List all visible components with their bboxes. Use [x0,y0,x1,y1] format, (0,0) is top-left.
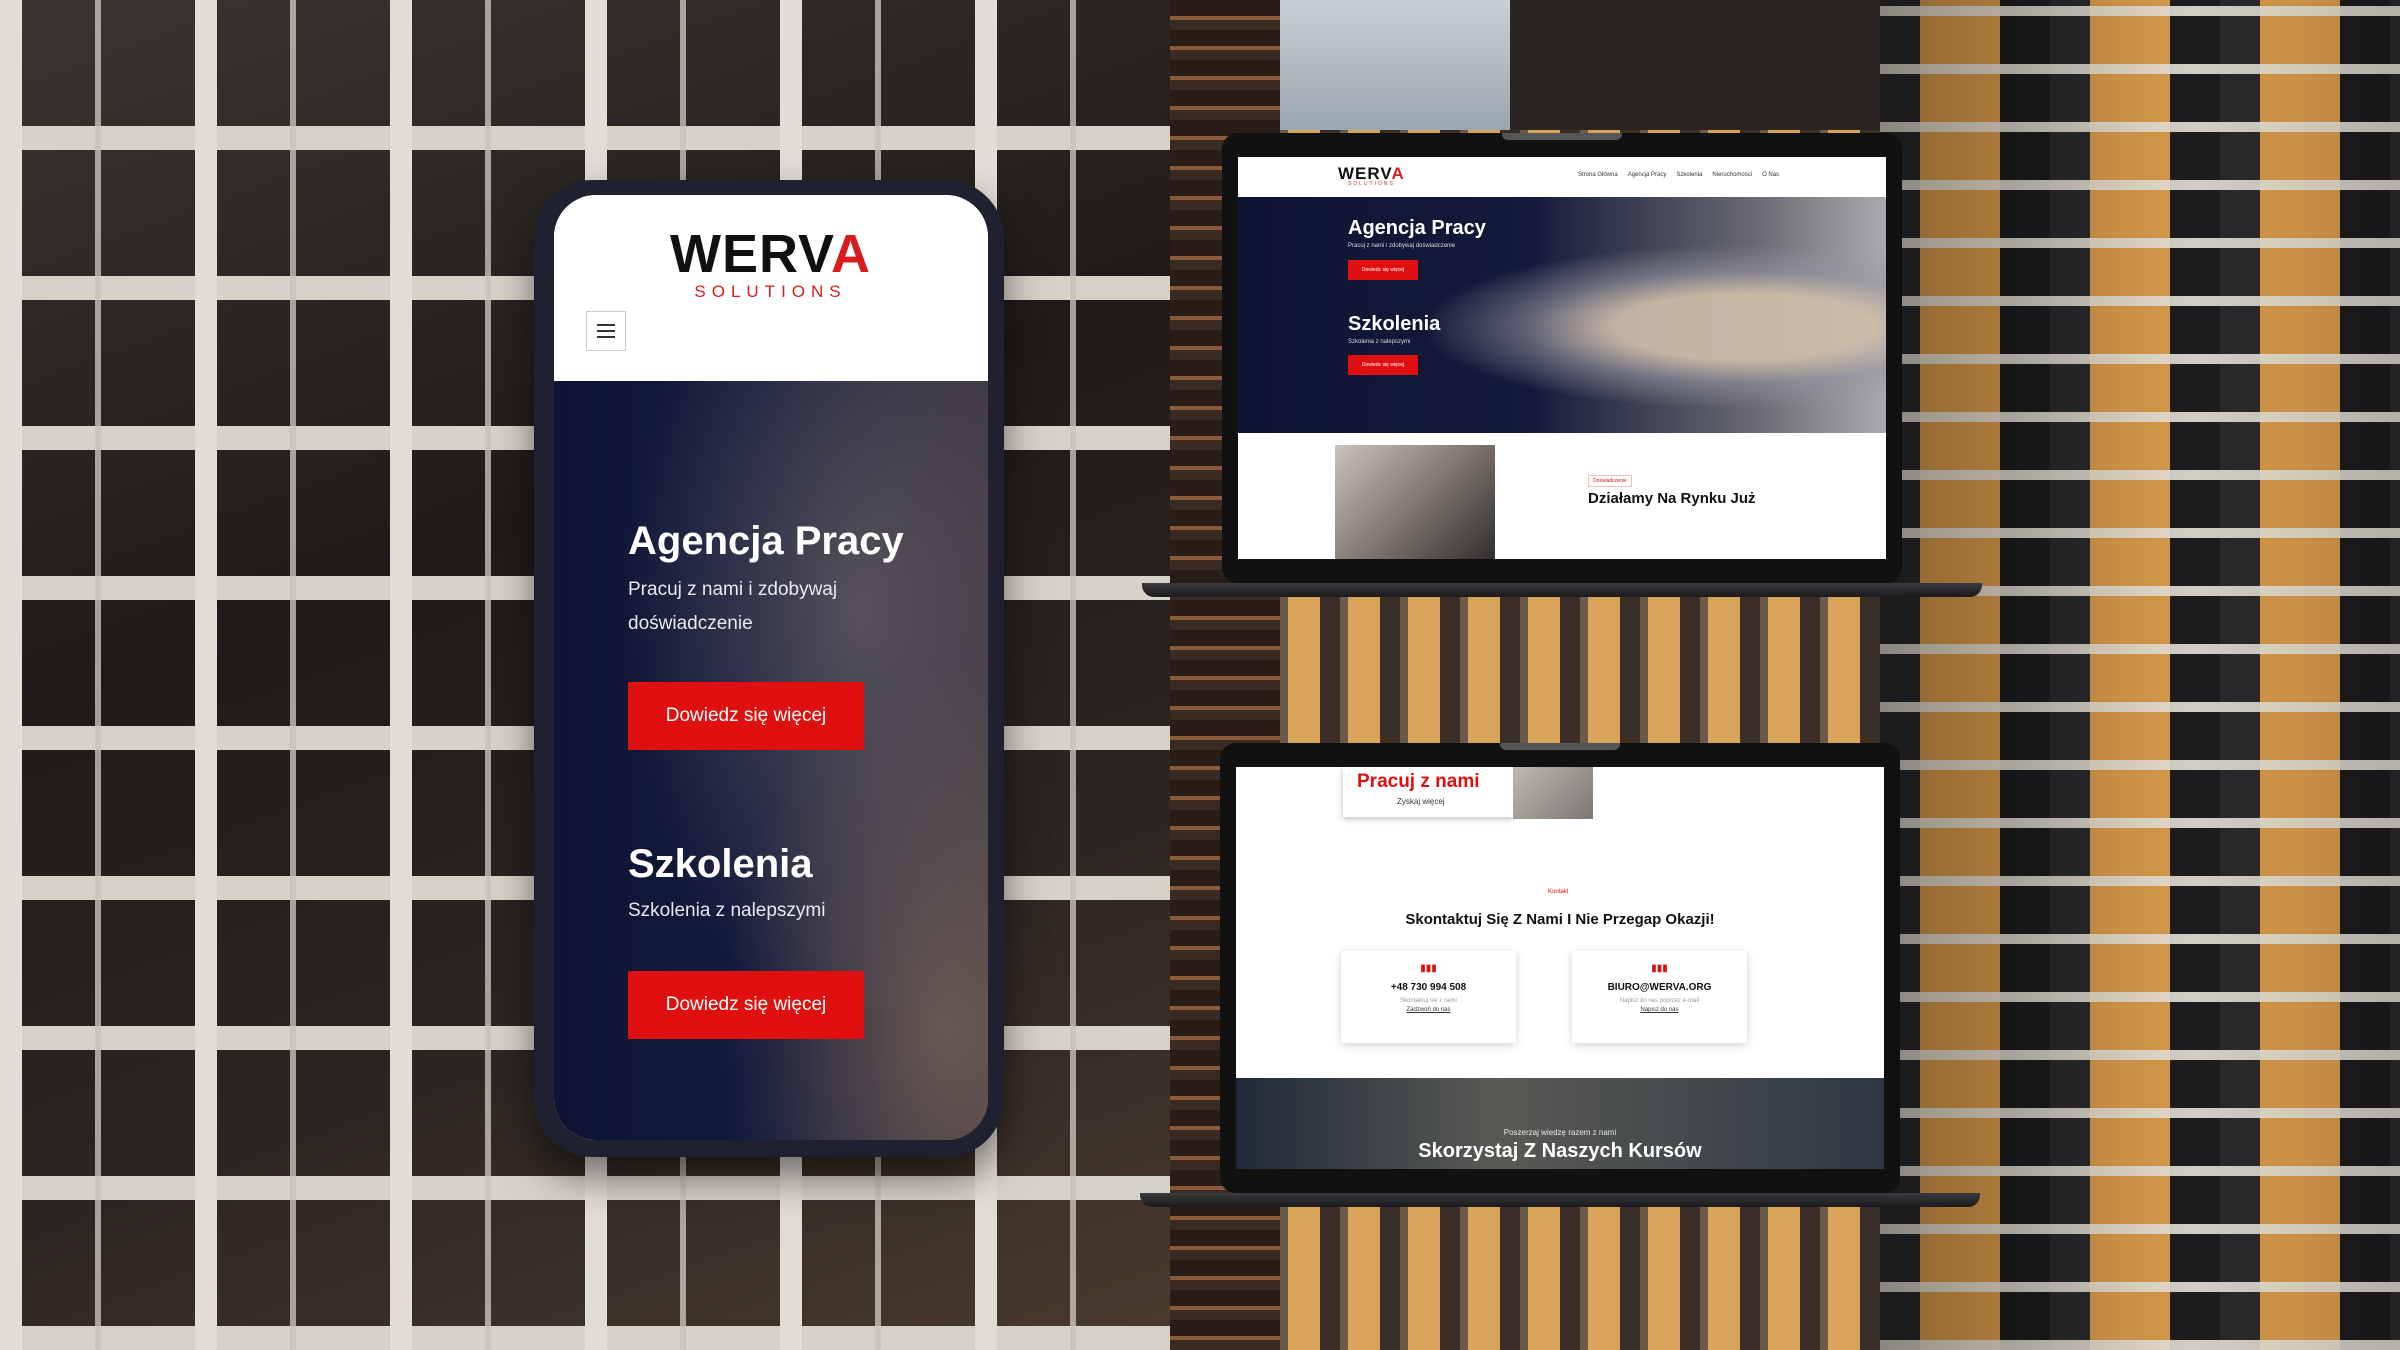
laptop-mockup-bottom: Pracuj z nami Zyskaj więcej Kontakt Skon… [1140,743,1980,1208]
building-right [1880,0,2400,1350]
hero-section: Agencja Pracy Pracuj z nami i zdobywaj d… [1238,197,1886,433]
laptop-mockup-top: WERVA SOLUTIONS Strona Główna Agencja Pr… [1142,133,1982,598]
call-us-link[interactable]: Zadzwoń do nas [1341,1007,1516,1013]
section-heading: Działamy Na Rynku Już [1588,490,1756,507]
brand-logo[interactable]: WERVA SOLUTIONS [670,227,871,300]
nav-item-nieruchomosci[interactable]: Nieruchomości [1712,172,1752,178]
hero-text-szkolenia: Szkolenia z nalepszymi [1348,339,1411,345]
nav-item-agencja-pracy[interactable]: Agencja Pracy [1628,172,1667,178]
chart-icon: ▮▮▮ [1420,963,1437,974]
laptop-screen-top: WERVA SOLUTIONS Strona Główna Agencja Pr… [1238,157,1886,559]
write-us-link[interactable]: Napisz do nas [1572,1007,1747,1013]
contact-heading: Skontaktuj Się Z Nami I Nie Przegap Okaz… [1405,911,1715,928]
hero-title-agencja: Agencja Pracy [628,519,904,563]
hero-text-agencja: Pracuj z nami i zdobywaj doświadczenie [628,579,838,634]
background-photo [0,0,2400,1350]
nav-item-o-nas[interactable]: O Nas [1762,172,1779,178]
contact-badge: Kontakt [1548,889,1569,895]
nav-item-strona-glowna[interactable]: Strona Główna [1578,172,1618,178]
team-photo [1335,445,1495,559]
phone-screen: WERVA SOLUTIONS Agencja Pracy Pracuj z n… [554,195,988,1140]
section-badge: Doświadczenie [1588,475,1632,487]
card-photo [1513,767,1593,819]
work-with-us-card[interactable]: Pracuj z nami Zyskaj więcej [1343,767,1513,817]
phone-mockup: WERVA SOLUTIONS Agencja Pracy Pracuj z n… [534,180,1004,1157]
nav-menu: Strona Główna Agencja Pracy Szkolenia Ni… [1578,172,1779,178]
learn-more-button[interactable]: Dowiedz się więcej [1348,355,1418,375]
hero-title-szkolenia: Szkolenia [1348,313,1441,335]
learn-more-button[interactable]: Dowiedz się więcej [1348,260,1418,280]
phone-contact-card[interactable]: ▮▮▮ +48 730 994 508 Skontaktuj się z nam… [1341,951,1516,1043]
sky [1280,0,1510,130]
laptop-base [1140,1193,1980,1207]
chart-icon: ▮▮▮ [1651,963,1668,974]
hero-title-szkolenia: Szkolenia [628,842,813,886]
phone-header: WERVA SOLUTIONS [554,195,988,381]
learn-more-button[interactable]: Dowiedz się więcej [628,971,864,1039]
laptop-base [1142,583,1982,597]
email-contact-card[interactable]: ▮▮▮ BIURO@WERVA.ORG Napisz do nas poprze… [1572,951,1747,1043]
learn-more-button[interactable]: Dowiedz się więcej [628,682,864,750]
nav-item-szkolenia[interactable]: Szkolenia [1676,172,1702,178]
hero-title-agencja: Agencja Pracy [1348,217,1486,239]
laptop-screen-bottom: Pracuj z nami Zyskaj więcej Kontakt Skon… [1236,767,1884,1169]
phone-hero: Agencja Pracy Pracuj z nami i zdobywaj d… [554,381,988,1140]
brand-logo[interactable]: WERVA SOLUTIONS [1338,165,1405,187]
site-navbar: WERVA SOLUTIONS Strona Główna Agencja Pr… [1238,157,1886,198]
hero-text-agencja: Pracuj z nami i zdobywaj doświadczenie [1348,243,1456,249]
hero-text-szkolenia: Szkolenia z nalepszymi [628,900,826,921]
hamburger-menu-icon[interactable] [586,311,626,351]
courses-banner: Poszerzaj wiedzę razem z nami Skorzystaj… [1236,1078,1884,1169]
